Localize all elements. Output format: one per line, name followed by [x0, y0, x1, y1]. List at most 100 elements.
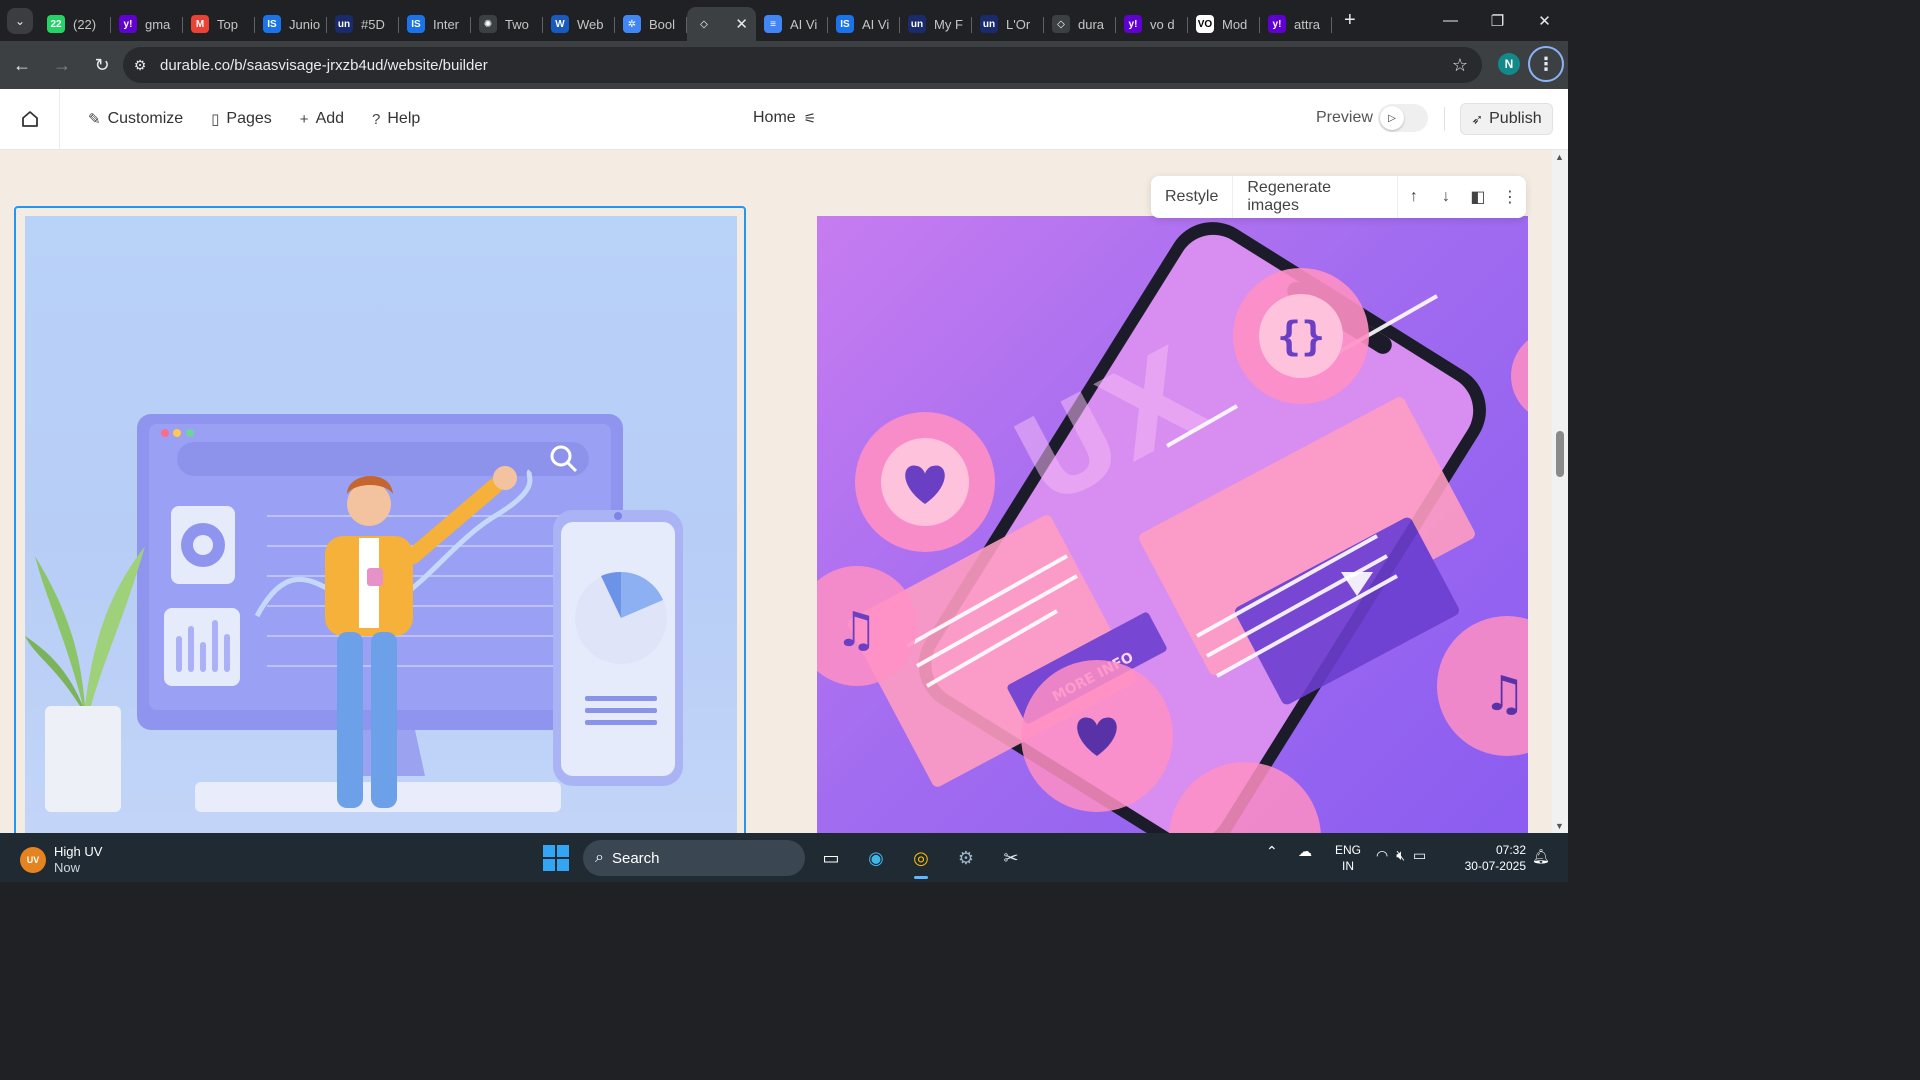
browser-tab[interactable]: un My F [900, 7, 972, 41]
selected-image-block[interactable] [14, 206, 746, 833]
browser-tab[interactable]: 22 (22) [39, 7, 111, 41]
restore-button[interactable]: ❐ [1474, 0, 1521, 41]
language-indicator[interactable]: ENG IN [1335, 842, 1361, 874]
restyle-button[interactable]: Restyle [1151, 176, 1234, 218]
preview-toggle[interactable]: ▷ [1378, 104, 1428, 132]
browser-toolbar: ← → ↻ ⚙ durable.co/b/saasvisage-jrxzb4ud… [0, 41, 1568, 89]
browser-tab[interactable]: IS Junio [255, 7, 327, 41]
browser-tab[interactable]: ✺ Two [471, 7, 543, 41]
tab-label: #5D [361, 16, 385, 32]
browser-tab[interactable]: y! vo d [1116, 7, 1188, 41]
scroll-thumb[interactable] [1556, 431, 1564, 477]
help-label: Help [387, 110, 421, 127]
close-window-button[interactable]: ✕ [1521, 0, 1568, 41]
rocket-icon: ➶ [1471, 110, 1484, 127]
profile-avatar[interactable]: N [1498, 53, 1520, 75]
taskbar-search[interactable]: ⌕ Search [583, 840, 805, 876]
onedrive-icon[interactable]: ☁ [1298, 843, 1312, 860]
add-label: Add [315, 110, 345, 127]
browser-menu-button[interactable]: ⋮ [1528, 46, 1564, 82]
browser-tab[interactable]: ≡ AI Vi [756, 7, 828, 41]
layout-icon[interactable]: ◧ [1462, 187, 1494, 207]
system-icons[interactable]: ◠ 🔇︎ ▭ [1376, 847, 1426, 864]
help-button[interactable]: ? Help [372, 110, 420, 128]
browser-tab[interactable]: y! gma [111, 7, 183, 41]
vo-icon: VO [1196, 15, 1214, 33]
pencil-icon: ✎ [88, 111, 101, 128]
page-selector[interactable]: Home ⚟ [753, 109, 816, 127]
is-icon: IS [836, 15, 854, 33]
move-up-icon[interactable]: ↑ [1398, 188, 1430, 206]
clock[interactable]: 07:32 30-07-2025 [1458, 842, 1526, 874]
browser-tab[interactable]: un #5D [327, 7, 399, 41]
add-button[interactable]: + Add [300, 110, 344, 128]
tab-search-button[interactable]: ⌄ [7, 7, 33, 34]
new-tab-button[interactable]: + [1344, 9, 1356, 32]
browser-tab[interactable]: ✲ Bool [615, 7, 687, 41]
gear-favicon-icon: ✲ [623, 15, 641, 33]
pages-label: Pages [226, 110, 272, 127]
browser-tab[interactable]: M Top [183, 7, 255, 41]
website-canvas: UX MORE INFO {} ♫ [0, 150, 1552, 833]
settings-icon[interactable]: ⚙ [951, 843, 981, 873]
durable-icon: ◇ [1052, 15, 1070, 33]
uv-icon: UV [20, 847, 46, 873]
durable-icon: ◇ [695, 15, 713, 33]
browser-tab[interactable]: IS Inter [399, 7, 471, 41]
bookmark-star-icon[interactable]: ☆ [1452, 55, 1468, 76]
pages-button[interactable]: ▯ Pages [211, 110, 272, 128]
browser-tab[interactable]: y! attra [1260, 7, 1332, 41]
home-button[interactable] [0, 88, 60, 150]
page-icon: ▯ [211, 111, 220, 128]
more-options-icon[interactable]: ⋮ [1494, 187, 1526, 207]
preview-label: Preview [1316, 109, 1373, 126]
illustration-art [25, 414, 683, 812]
wifi-icon: ◠ [1376, 847, 1389, 863]
search-icon: ⌕ [595, 849, 604, 866]
browser-tab[interactable]: un L'Or [972, 7, 1044, 41]
weather-widget[interactable]: UV High UV Now [20, 844, 102, 876]
svg-text:♫: ♫ [1483, 666, 1526, 722]
browser-tab[interactable]: VO Mod [1188, 7, 1260, 41]
tab-label: gma [145, 16, 171, 32]
back-button[interactable]: ← [4, 47, 40, 83]
regenerate-images-button[interactable]: Regenerate images [1233, 176, 1398, 218]
site-info-icon[interactable]: ⚙ [123, 57, 157, 74]
notification-bell-icon[interactable]: 🔔︎ [1532, 848, 1550, 865]
browser-tab[interactable]: IS AI Vi [828, 7, 900, 41]
browser-tab[interactable]: ◇ ✕ [687, 7, 756, 41]
yahoo-icon: y! [1124, 15, 1142, 33]
publish-button[interactable]: ➶ Publish [1460, 103, 1553, 135]
tab-label: dura [1078, 16, 1105, 32]
move-down-icon[interactable]: ↓ [1430, 188, 1462, 206]
clock-date: 30-07-2025 [1464, 859, 1526, 873]
snipping-tool-icon[interactable]: ✂ [996, 843, 1026, 873]
task-view-icon[interactable]: ▭ [816, 843, 846, 873]
forward-button[interactable]: → [44, 47, 80, 83]
tab-label: AI Vi [790, 16, 818, 32]
url-text[interactable]: durable.co/b/saasvisage-jrxzb4ud/website… [160, 57, 488, 74]
edge-icon[interactable]: ◉ [861, 843, 891, 873]
windows-taskbar: UV High UV Now ⌕ Search ▭ ◉ ◎ ⚙ ✂ ⌃ ☁ EN… [0, 833, 1568, 882]
windows-start-icon[interactable] [543, 845, 569, 871]
browser-tab[interactable]: ◇ dura [1044, 7, 1116, 41]
tab-label: vo d [1150, 16, 1175, 32]
tray-overflow-icon[interactable]: ⌃ [1266, 843, 1278, 860]
customize-button[interactable]: ✎ Customize [88, 110, 183, 128]
reload-button[interactable]: ↻ [84, 47, 120, 83]
ux-illustration[interactable]: UX MORE INFO {} ♫ [817, 216, 1528, 833]
scroll-up-icon[interactable]: ▲ [1555, 152, 1564, 162]
tab-list: 22 (22) y! gma M Top IS Junio un #5D IS Inter ✺ Two W W… [39, 0, 1332, 41]
analytics-illustration[interactable] [25, 216, 737, 833]
builder-header: ✎ Customize ▯ Pages + Add ? Help Home ⚟ … [0, 88, 1568, 150]
is-icon: IS [263, 15, 281, 33]
chrome-icon[interactable]: ◎ [906, 843, 936, 879]
publish-label: Publish [1489, 110, 1542, 127]
browser-tab[interactable]: W Web [543, 7, 615, 41]
minimize-button[interactable]: — [1427, 0, 1474, 41]
page-scrollbar[interactable]: ▲ ▼ [1552, 150, 1568, 833]
close-tab-icon[interactable]: ✕ [735, 15, 748, 33]
address-bar[interactable]: ⚙ durable.co/b/saasvisage-jrxzb4ud/websi… [123, 47, 1482, 83]
word-icon: W [551, 15, 569, 33]
scroll-down-icon[interactable]: ▼ [1555, 821, 1564, 831]
